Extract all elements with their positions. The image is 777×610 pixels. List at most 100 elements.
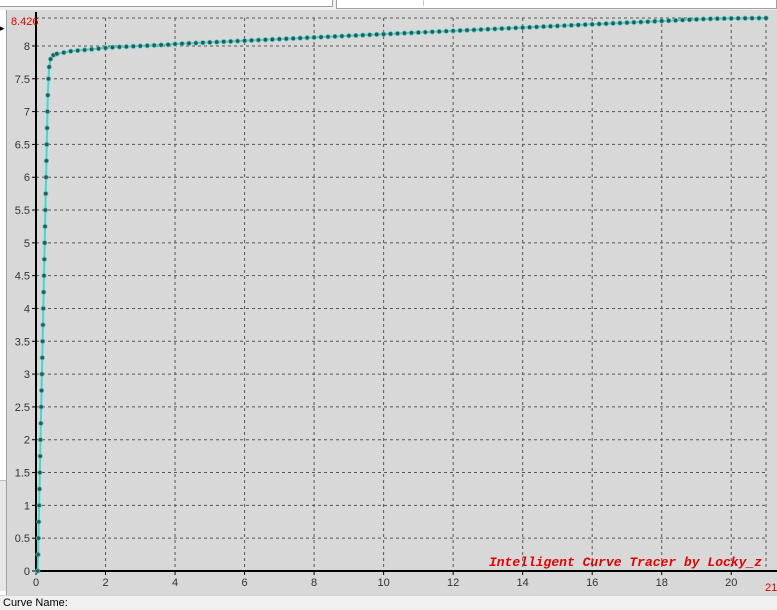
x-tick-label: 2 — [102, 577, 108, 589]
data-point — [561, 23, 567, 29]
left-scrollbar[interactable] — [0, 480, 6, 591]
x-tick-label: 18 — [656, 577, 668, 589]
curve-name-label: Curve Name: — [3, 597, 68, 609]
data-point — [137, 43, 143, 49]
data-point — [408, 30, 415, 36]
y-tick-label: 3 — [24, 369, 30, 381]
data-point — [46, 64, 52, 70]
x-tick-label: 4 — [172, 577, 178, 589]
data-point — [290, 35, 296, 42]
curve-plot[interactable]: 0 0.5 1 1.5 2 2.5 3 3.5 4 4.5 5 5.5 6 6.5 7 7.5 8 0 2 4 6 8 1… — [7, 10, 777, 595]
data-point — [297, 35, 303, 41]
y-tick-label: 1.5 — [15, 468, 30, 480]
data-point — [735, 15, 741, 21]
data-point — [68, 48, 74, 54]
x-tick-label: 0 — [33, 577, 39, 589]
data-point — [228, 38, 234, 44]
data-point — [43, 158, 50, 164]
data-point — [756, 15, 762, 21]
data-point — [44, 108, 51, 115]
data-point — [346, 33, 352, 39]
y-tick-label: 6 — [24, 172, 30, 184]
data-point — [35, 568, 41, 574]
data-point — [582, 22, 588, 28]
data-point — [443, 28, 449, 34]
x-tick-label: 10 — [377, 577, 389, 589]
data-point — [45, 92, 51, 98]
data-point — [255, 37, 262, 43]
data-point — [186, 40, 192, 46]
data-point — [61, 49, 67, 56]
data-point — [624, 20, 630, 26]
data-point — [82, 47, 88, 53]
data-point — [520, 24, 526, 31]
expand-arrow-icon[interactable]: ▸ — [0, 22, 6, 34]
data-point — [200, 40, 206, 46]
data-point — [276, 36, 282, 42]
data-point — [116, 44, 123, 50]
data-point — [47, 56, 54, 62]
data-point — [617, 20, 623, 26]
data-point — [38, 420, 44, 426]
data-point — [589, 21, 595, 27]
data-point — [631, 19, 637, 25]
data-point — [36, 502, 42, 508]
data-point — [527, 24, 533, 30]
data-point — [262, 37, 269, 43]
data-point — [603, 21, 609, 27]
data-point — [728, 15, 734, 21]
data-point — [38, 387, 45, 394]
data-point — [151, 42, 157, 48]
data-point — [568, 22, 574, 28]
data-point — [43, 174, 49, 180]
data-point — [283, 36, 289, 42]
data-point — [610, 20, 616, 26]
data-point — [353, 32, 359, 39]
data-point — [75, 47, 81, 54]
data-point — [37, 453, 43, 459]
data-point — [35, 551, 41, 558]
properties-tab[interactable] — [341, 0, 424, 6]
data-point — [721, 15, 727, 22]
data-point — [214, 39, 220, 45]
data-point — [547, 23, 554, 29]
data-point — [36, 486, 43, 492]
y-tick-label: 5 — [24, 238, 30, 250]
y-tick-label: 8 — [24, 41, 30, 53]
data-point — [763, 15, 769, 21]
data-point — [39, 371, 45, 377]
data-point — [172, 41, 178, 47]
x-tick-label: 14 — [517, 577, 529, 589]
data-point — [102, 45, 109, 51]
data-point — [513, 25, 519, 31]
data-point — [367, 32, 373, 38]
data-point — [40, 305, 46, 312]
data-point — [44, 125, 50, 131]
data-point — [686, 17, 693, 23]
y-tick-label: 6.5 — [15, 139, 30, 151]
data-point — [39, 355, 45, 361]
data-point — [749, 15, 755, 21]
data-point — [554, 23, 561, 29]
data-point — [41, 273, 47, 279]
data-point — [95, 45, 102, 52]
data-point — [422, 29, 428, 35]
data-point — [42, 223, 48, 230]
y-tick-label: 7.5 — [15, 74, 30, 86]
data-point — [638, 19, 644, 25]
y-tick-label: 2.5 — [15, 402, 30, 414]
data-point — [381, 31, 387, 37]
data-point — [499, 25, 505, 32]
y-tick-label: 5.5 — [15, 205, 30, 217]
data-point — [492, 26, 498, 32]
data-point — [666, 18, 672, 24]
data-point — [478, 26, 484, 33]
data-point — [248, 37, 255, 43]
data-point — [533, 24, 540, 30]
data-point — [41, 289, 47, 295]
data-point — [659, 18, 665, 24]
data-point — [44, 141, 50, 148]
data-point — [707, 16, 713, 22]
y-tick-label: 7 — [24, 107, 30, 119]
y-tick-label: 2 — [24, 435, 30, 447]
